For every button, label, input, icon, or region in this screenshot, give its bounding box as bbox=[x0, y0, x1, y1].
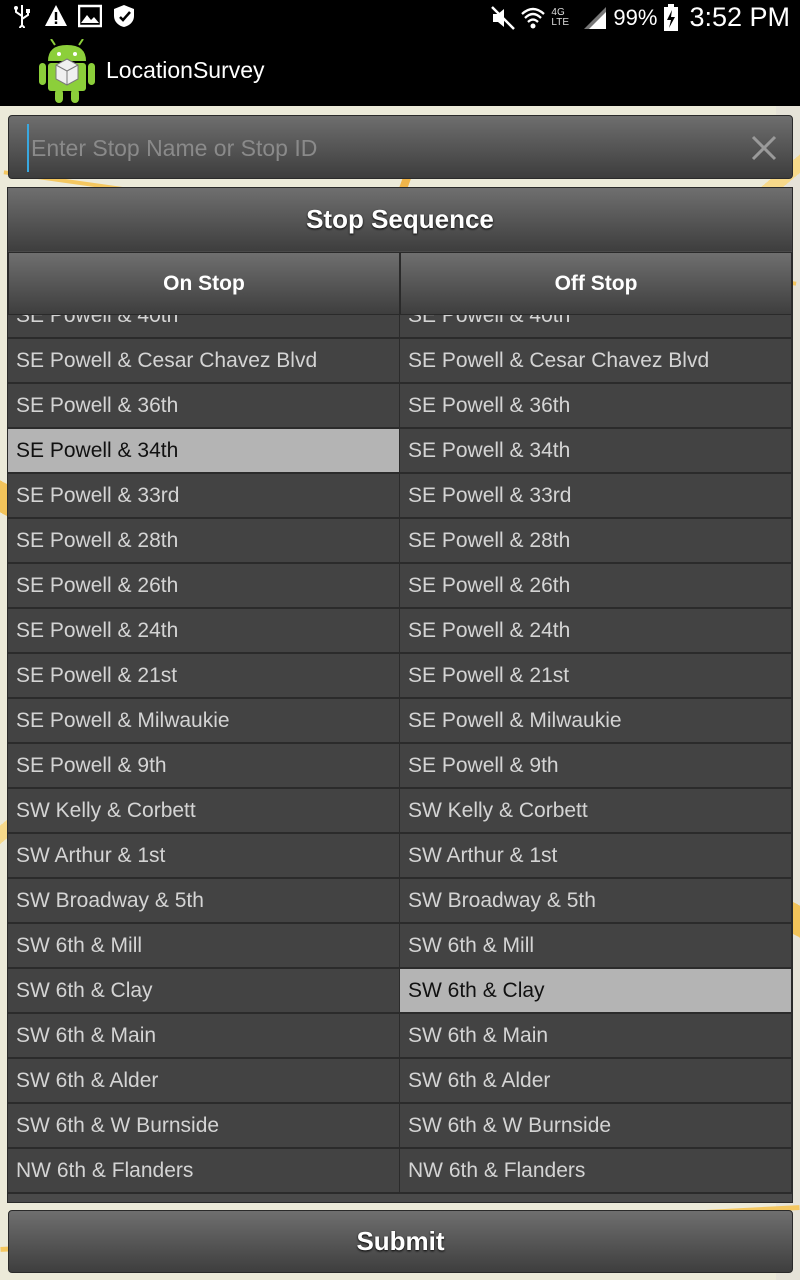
off-stop-list-item[interactable]: SW 6th & Alder bbox=[400, 1059, 792, 1104]
on-stop-list-item[interactable]: SE Powell & 33rd bbox=[8, 474, 400, 519]
off-stop-list-item[interactable]: SW Kelly & Corbett bbox=[400, 789, 792, 834]
clear-icon[interactable] bbox=[750, 134, 778, 162]
off-stop-list-item[interactable]: SE Powell & 33rd bbox=[400, 474, 792, 519]
on-stop-list-item[interactable]: SW 6th & Mill bbox=[8, 924, 400, 969]
off-stop-list-item[interactable]: SE Powell & 36th bbox=[400, 384, 792, 429]
on-stop-list-item[interactable]: SE Powell & 40th bbox=[8, 315, 400, 339]
clock: 3:52 PM bbox=[689, 2, 790, 32]
panel-title: Stop Sequence bbox=[8, 188, 792, 251]
off-stop-list-item[interactable]: SE Powell & 9th bbox=[400, 744, 792, 789]
status-left bbox=[10, 4, 136, 28]
warning-icon bbox=[45, 5, 67, 26]
on-stop-list-item[interactable]: NW 6th & Flanders bbox=[8, 1149, 400, 1194]
off-stop-list-item[interactable]: SW 6th & Main bbox=[400, 1014, 792, 1059]
submit-button[interactable]: Submit bbox=[8, 1210, 793, 1273]
on-stop-list-item[interactable]: SW 6th & W Burnside bbox=[8, 1104, 400, 1149]
off-stop-list-item[interactable]: SW 6th & Mill bbox=[400, 924, 792, 969]
off-stop-list-item[interactable]: SE Powell & 40th bbox=[400, 315, 792, 339]
usb-icon bbox=[14, 5, 30, 28]
on-stop-list-item[interactable]: SE Powell & 24th bbox=[8, 609, 400, 654]
off-stop-list-item[interactable]: SW 6th & W Burnside bbox=[400, 1104, 792, 1149]
search-input[interactable] bbox=[27, 124, 727, 172]
off-stop-list-item[interactable]: SE Powell & 28th bbox=[400, 519, 792, 564]
shield-icon bbox=[114, 5, 134, 27]
off-stop-list-item[interactable]: SE Powell & 24th bbox=[400, 609, 792, 654]
signal-icon bbox=[584, 6, 607, 29]
action-bar: LocationSurvey bbox=[0, 35, 800, 106]
mute-icon bbox=[491, 5, 516, 30]
off-stop-list-item[interactable]: SE Powell & Milwaukie bbox=[400, 699, 792, 744]
off-stop-list-item[interactable]: SE Powell & 34th bbox=[400, 429, 792, 474]
on-stop-header: On Stop bbox=[8, 252, 400, 315]
stop-sequence-panel: Stop Sequence On Stop Off Stop SE Powell… bbox=[7, 187, 793, 1203]
on-stop-list-item[interactable]: SE Powell & Milwaukie bbox=[8, 699, 400, 744]
on-stop-list-item[interactable]: SE Powell & 9th bbox=[8, 744, 400, 789]
off-stop-list-item[interactable]: SW Broadway & 5th bbox=[400, 879, 792, 924]
status-right: 4G LTE 99% 3:52 PM bbox=[491, 0, 790, 35]
off-stop-list-item[interactable]: NW 6th & Flanders bbox=[400, 1149, 792, 1194]
on-stop-list-item[interactable]: SW Broadway & 5th bbox=[8, 879, 400, 924]
app-title: LocationSurvey bbox=[106, 57, 265, 83]
battery-charging-icon bbox=[664, 3, 679, 31]
on-stop-list-item[interactable]: SW Arthur & 1st bbox=[8, 834, 400, 879]
off-stop-list-item[interactable]: SW 6th & Clay bbox=[400, 969, 792, 1014]
search-box[interactable] bbox=[8, 115, 793, 179]
on-stop-list-item[interactable]: SE Powell & 28th bbox=[8, 519, 400, 564]
on-stop-list-item[interactable]: SW 6th & Main bbox=[8, 1014, 400, 1059]
off-stop-list-item[interactable]: SE Powell & 21st bbox=[400, 654, 792, 699]
off-stop-header: Off Stop bbox=[400, 252, 792, 315]
on-stop-list-item[interactable]: SE Powell & Cesar Chavez Blvd bbox=[8, 339, 400, 384]
status-bar: 4G LTE 99% 3:52 PM bbox=[0, 0, 800, 35]
image-icon bbox=[78, 4, 102, 28]
off-stop-list-item[interactable]: SE Powell & Cesar Chavez Blvd bbox=[400, 339, 792, 384]
on-stop-list[interactable]: SE Powell & 40th SE Powell & Cesar Chavez… bbox=[8, 315, 400, 1203]
off-stop-list[interactable]: SE Powell & 40th SE Powell & Cesar Chavez… bbox=[400, 315, 792, 1203]
on-stop-list-item[interactable]: SW 6th & Clay bbox=[8, 969, 400, 1014]
off-stop-list-item[interactable]: SE Powell & 26th bbox=[400, 564, 792, 609]
on-stop-list-item[interactable]: SE Powell & 21st bbox=[8, 654, 400, 699]
4g-lte-icon: 4G LTE bbox=[551, 6, 569, 28]
on-stop-list-item[interactable]: SE Powell & 36th bbox=[8, 384, 400, 429]
android-robot-icon[interactable] bbox=[38, 38, 96, 103]
on-stop-list-item[interactable]: SW 6th & Alder bbox=[8, 1059, 400, 1104]
on-stop-list-item[interactable]: SE Powell & 34th bbox=[8, 429, 400, 474]
wifi-icon bbox=[521, 7, 546, 28]
off-stop-list-item[interactable]: SW Arthur & 1st bbox=[400, 834, 792, 879]
on-stop-list-item[interactable]: SW Kelly & Corbett bbox=[8, 789, 400, 834]
on-stop-list-item[interactable]: SE Powell & 26th bbox=[8, 564, 400, 609]
battery-percent: 99% bbox=[613, 4, 658, 30]
